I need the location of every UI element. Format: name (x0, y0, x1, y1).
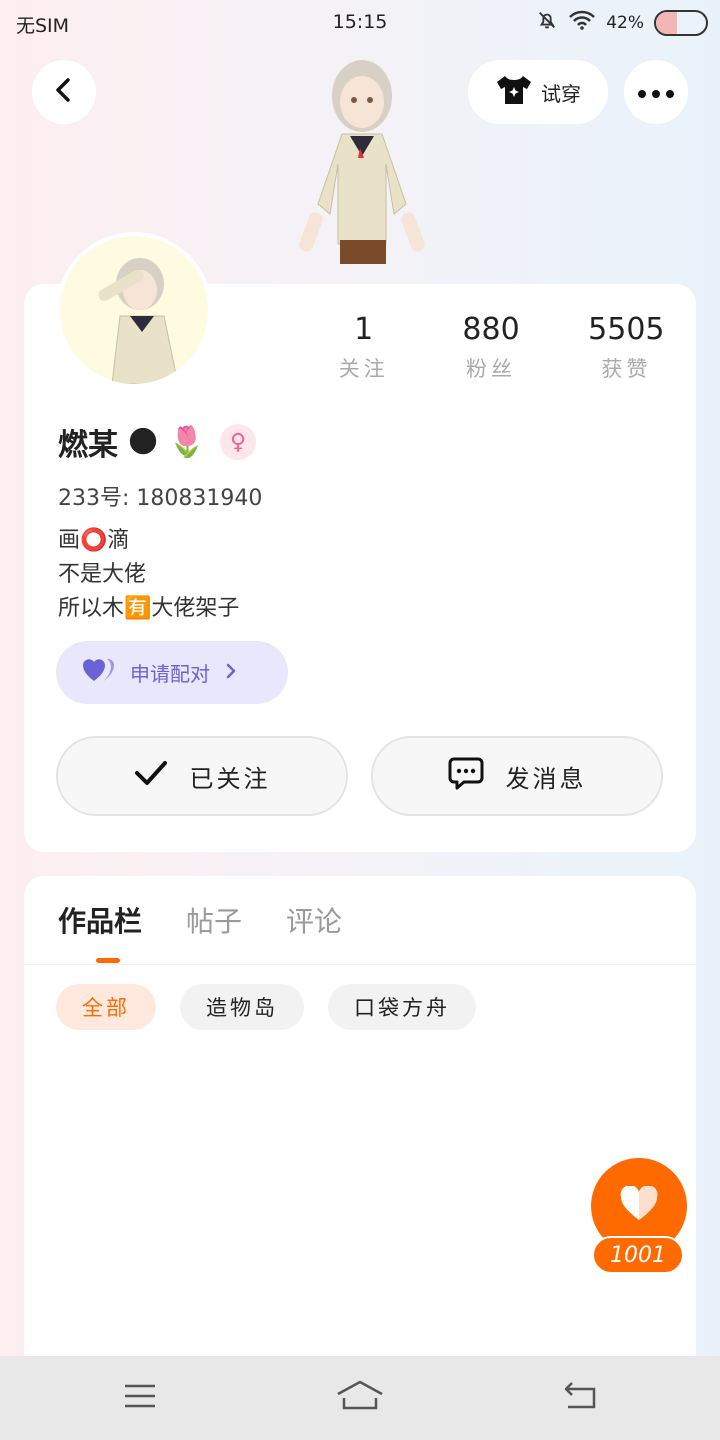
stat-likes[interactable]: 5505 获赞 (559, 312, 694, 383)
back-nav-button[interactable] (556, 1376, 604, 1420)
stat-following[interactable]: 1 关注 (304, 312, 423, 383)
heart-icon (619, 1185, 659, 1226)
menu-lines-icon (123, 1383, 157, 1413)
filter-chips: 全部 造物岛 口袋方舟 (56, 984, 476, 1030)
chevron-left-icon (52, 76, 76, 108)
bio-line: 不是大佬 (58, 562, 147, 587)
stat-fans-label: 粉丝 (466, 357, 517, 381)
content-tabs: 作品栏 帖子 评论 (58, 900, 342, 940)
mute-bell-icon (536, 9, 558, 36)
tab-comments[interactable]: 评论 (286, 900, 342, 940)
filter-chip-all[interactable]: 全部 (56, 984, 156, 1030)
bio: 画⭕滴 不是大佬 所以木🈶大佬架子 (58, 524, 239, 626)
tshirt-icon (495, 74, 533, 111)
stat-following-label: 关注 (338, 357, 389, 381)
battery-fill (656, 11, 677, 34)
more-button[interactable] (624, 60, 688, 124)
stat-following-value: 1 (354, 312, 374, 347)
chevron-right-icon (224, 661, 238, 685)
return-arrow-icon (560, 1381, 600, 1415)
apply-pair-button[interactable]: 申请配对 (56, 641, 288, 704)
profile-stats: 1 关注 880 粉丝 5505 获赞 (304, 312, 694, 383)
bio-line: 所以木🈶大佬架子 (58, 596, 240, 621)
bio-line: 画⭕滴 (58, 528, 130, 553)
menu-nav-button[interactable] (116, 1376, 164, 1420)
checkmark-icon (134, 760, 168, 792)
home-icon (336, 1380, 384, 1416)
try-on-label: 试穿 (541, 81, 581, 106)
user-id: 233号: 180831940 (58, 486, 263, 511)
nickname: 燃某 (58, 428, 118, 463)
female-gender-icon: ♀ (220, 424, 256, 460)
send-message-button[interactable]: 发消息 (371, 736, 663, 816)
stat-fans-value: 880 (462, 312, 520, 347)
active-tab-indicator (96, 958, 120, 963)
stat-fans[interactable]: 880 粉丝 (423, 312, 558, 383)
like-count: 1001 (592, 1236, 684, 1274)
wifi-icon (568, 10, 596, 35)
tabs-divider (24, 964, 696, 965)
status-bar: 无SIM 15:15 42% (0, 0, 720, 46)
stat-likes-value: 5505 (588, 312, 665, 347)
back-button[interactable] (32, 60, 96, 124)
try-on-button[interactable]: 试穿 (468, 60, 608, 124)
system-nav-bar (0, 1356, 720, 1440)
works-card: 作品栏 帖子 评论 全部 造物岛 口袋方舟 (24, 876, 696, 1396)
moon-emoji-icon: 🌑 (127, 424, 159, 460)
battery-icon (654, 9, 708, 36)
avatar-character-figure (282, 44, 442, 288)
send-message-label: 发消息 (505, 764, 587, 793)
nickname-row: 燃某 🌑 🌷 ♀ (58, 420, 256, 464)
stat-likes-label: 获赞 (601, 357, 652, 381)
chat-bubble-icon (448, 756, 484, 796)
avatar[interactable] (56, 232, 212, 388)
filter-chip-pocket-ark[interactable]: 口袋方舟 (328, 984, 476, 1030)
filter-chip-creation-island[interactable]: 造物岛 (180, 984, 304, 1030)
home-nav-button[interactable] (336, 1376, 384, 1420)
double-heart-icon (82, 657, 116, 688)
tulip-emoji-icon: 🌷 (168, 424, 206, 460)
more-dots-icon (638, 83, 674, 102)
followed-button[interactable]: 已关注 (56, 736, 348, 816)
tab-posts[interactable]: 帖子 (186, 900, 242, 940)
apply-pair-label: 申请配对 (130, 662, 210, 686)
battery-percent: 42% (606, 12, 644, 33)
followed-label: 已关注 (189, 764, 271, 793)
tab-works[interactable]: 作品栏 (58, 900, 142, 940)
